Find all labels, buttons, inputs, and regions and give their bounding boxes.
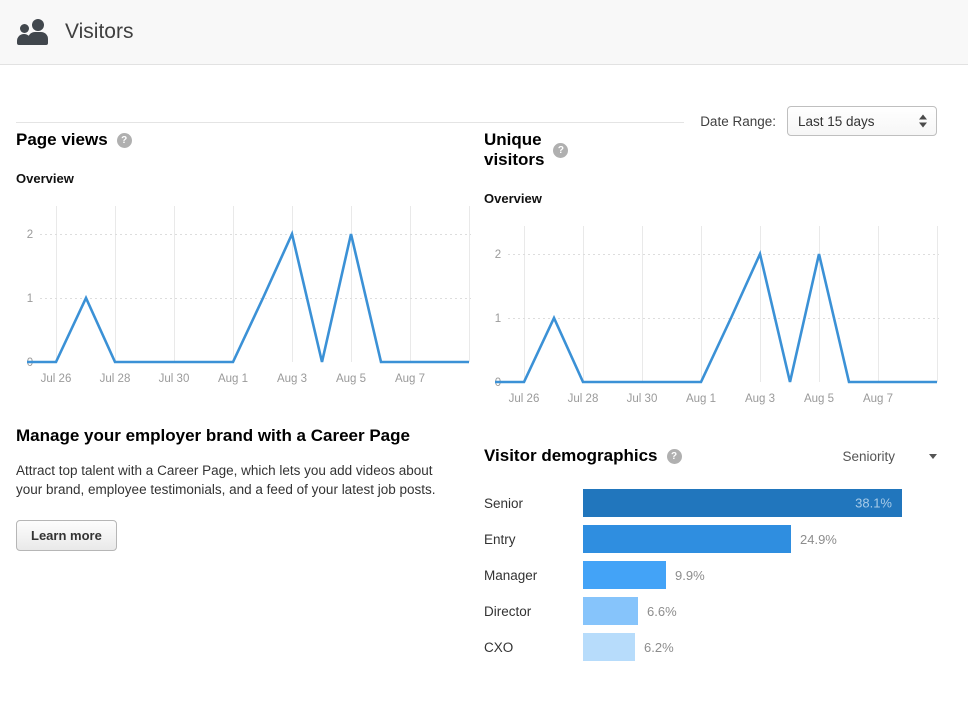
page-title: Visitors — [65, 20, 133, 44]
unique-visitors-chart: 2 1 0 Jul 26 Jul 28 Jul 30 Aug 1 Aug 3 A… — [484, 222, 939, 407]
date-range-control: Date Range: Last 15 days — [700, 106, 937, 136]
help-icon[interactable]: ? — [553, 143, 568, 158]
demographics-bar-chart: Senior 38.1% Entry 24.9% Manager — [484, 485, 496, 665]
svg-text:Jul 26: Jul 26 — [509, 393, 540, 405]
unique-visitors-horizontal-gridlines — [508, 255, 939, 319]
bar-fill — [583, 561, 666, 589]
bar-fill: 38.1% — [583, 489, 902, 517]
unique-visitors-y-axis-labels: 2 1 0 — [495, 249, 501, 389]
bar-fill — [583, 633, 635, 661]
date-range-select[interactable]: Last 15 days — [787, 106, 937, 136]
people-icon — [17, 19, 51, 45]
bar-value: 6.6% — [647, 604, 677, 619]
people-icon-front-body — [28, 32, 48, 45]
bar-value: 38.1% — [855, 496, 892, 511]
table-row: Director 6.6% — [484, 593, 496, 629]
divider — [16, 122, 684, 123]
table-row: Manager 9.9% — [484, 557, 496, 593]
main-content: Page views ? Overview — [0, 130, 968, 665]
right-column: Unique visitors ? Overview — [28, 130, 496, 665]
svg-text:2: 2 — [495, 249, 501, 261]
bar-track: 6.6% — [583, 597, 677, 625]
unique-visitors-data-line — [495, 254, 937, 382]
svg-text:Aug 1: Aug 1 — [686, 393, 716, 405]
bar-label: Senior — [484, 496, 583, 511]
svg-text:Jul 28: Jul 28 — [568, 393, 599, 405]
table-row: Senior 38.1% — [484, 485, 496, 521]
date-range-label: Date Range: — [700, 114, 776, 129]
bar-fill — [583, 525, 791, 553]
bar-value: 9.9% — [675, 568, 705, 583]
bar-value: 6.2% — [644, 640, 674, 655]
people-icon-front-figure — [28, 19, 48, 45]
unique-visitors-chart-svg: 2 1 0 Jul 26 Jul 28 Jul 30 Aug 1 Aug 3 A… — [484, 222, 939, 407]
chevron-down-icon — [929, 454, 937, 459]
stepper-up-arrow — [919, 115, 927, 120]
svg-text:Aug 7: Aug 7 — [863, 393, 893, 405]
stepper-arrows-icon[interactable] — [919, 115, 927, 128]
svg-text:Jul 30: Jul 30 — [627, 393, 658, 405]
seniority-filter-label: Seniority — [842, 449, 895, 464]
unique-visitors-overview-label: Overview — [484, 191, 496, 206]
seniority-filter-dropdown[interactable]: Seniority — [842, 449, 939, 464]
people-icon-front-head — [32, 19, 44, 31]
unique-visitors-title: Unique visitors — [484, 130, 544, 170]
bar-label: Manager — [484, 568, 583, 583]
bar-label: Director — [484, 604, 583, 619]
svg-text:Aug 3: Aug 3 — [745, 393, 775, 405]
bar-value: 24.9% — [800, 532, 837, 547]
date-range-value: Last 15 days — [798, 114, 875, 129]
bar-track: 24.9% — [583, 525, 837, 553]
help-icon[interactable]: ? — [667, 449, 682, 464]
demographics-header: Visitor demographics ? Seniority — [484, 446, 939, 466]
svg-text:Aug 5: Aug 5 — [804, 393, 834, 405]
unique-visitors-vertical-gridlines — [525, 226, 938, 382]
unique-visitors-x-axis-labels: Jul 26 Jul 28 Jul 30 Aug 1 Aug 3 Aug 5 A… — [509, 393, 893, 405]
stepper-down-arrow — [919, 123, 927, 128]
bar-label: Entry — [484, 532, 583, 547]
bar-fill — [583, 597, 638, 625]
controls-row: Date Range: Last 15 days — [0, 65, 968, 130]
table-row: CXO 6.2% — [484, 629, 496, 665]
page-header: Visitors — [0, 0, 968, 65]
bar-track: 9.9% — [583, 561, 705, 589]
unique-visitors-header: Unique visitors ? — [484, 130, 496, 170]
bar-track: 38.1% — [583, 489, 902, 517]
bar-track: 6.2% — [583, 633, 674, 661]
bar-label: CXO — [484, 640, 583, 655]
svg-text:1: 1 — [495, 313, 501, 325]
demographics-title: Visitor demographics — [484, 446, 658, 466]
table-row: Entry 24.9% — [484, 521, 496, 557]
